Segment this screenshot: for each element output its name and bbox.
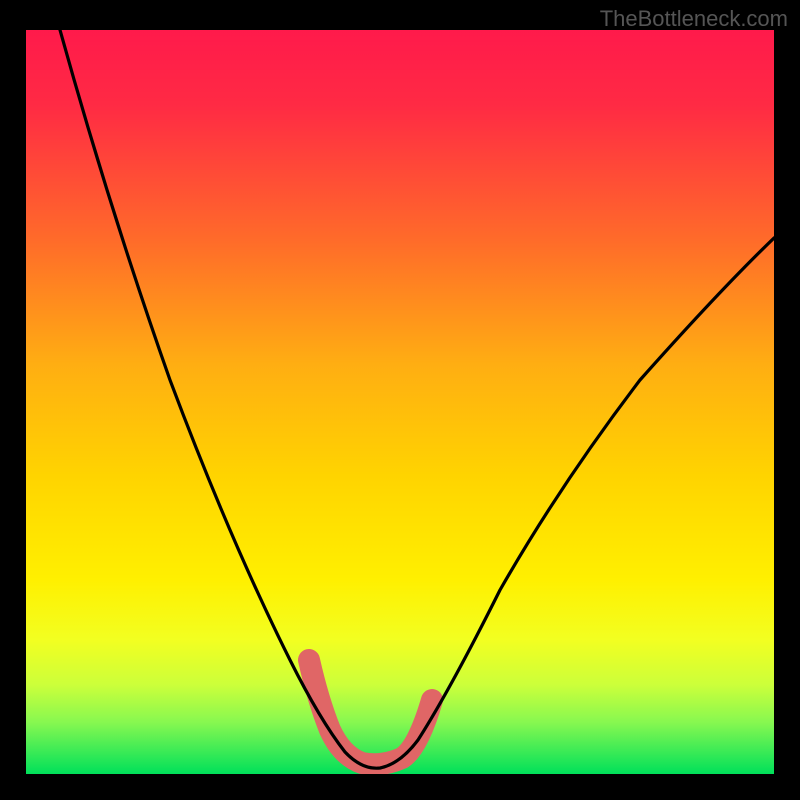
watermark-text: TheBottleneck.com bbox=[600, 6, 788, 32]
bottleneck-chart bbox=[0, 0, 800, 800]
chart-background-gradient bbox=[26, 30, 774, 774]
